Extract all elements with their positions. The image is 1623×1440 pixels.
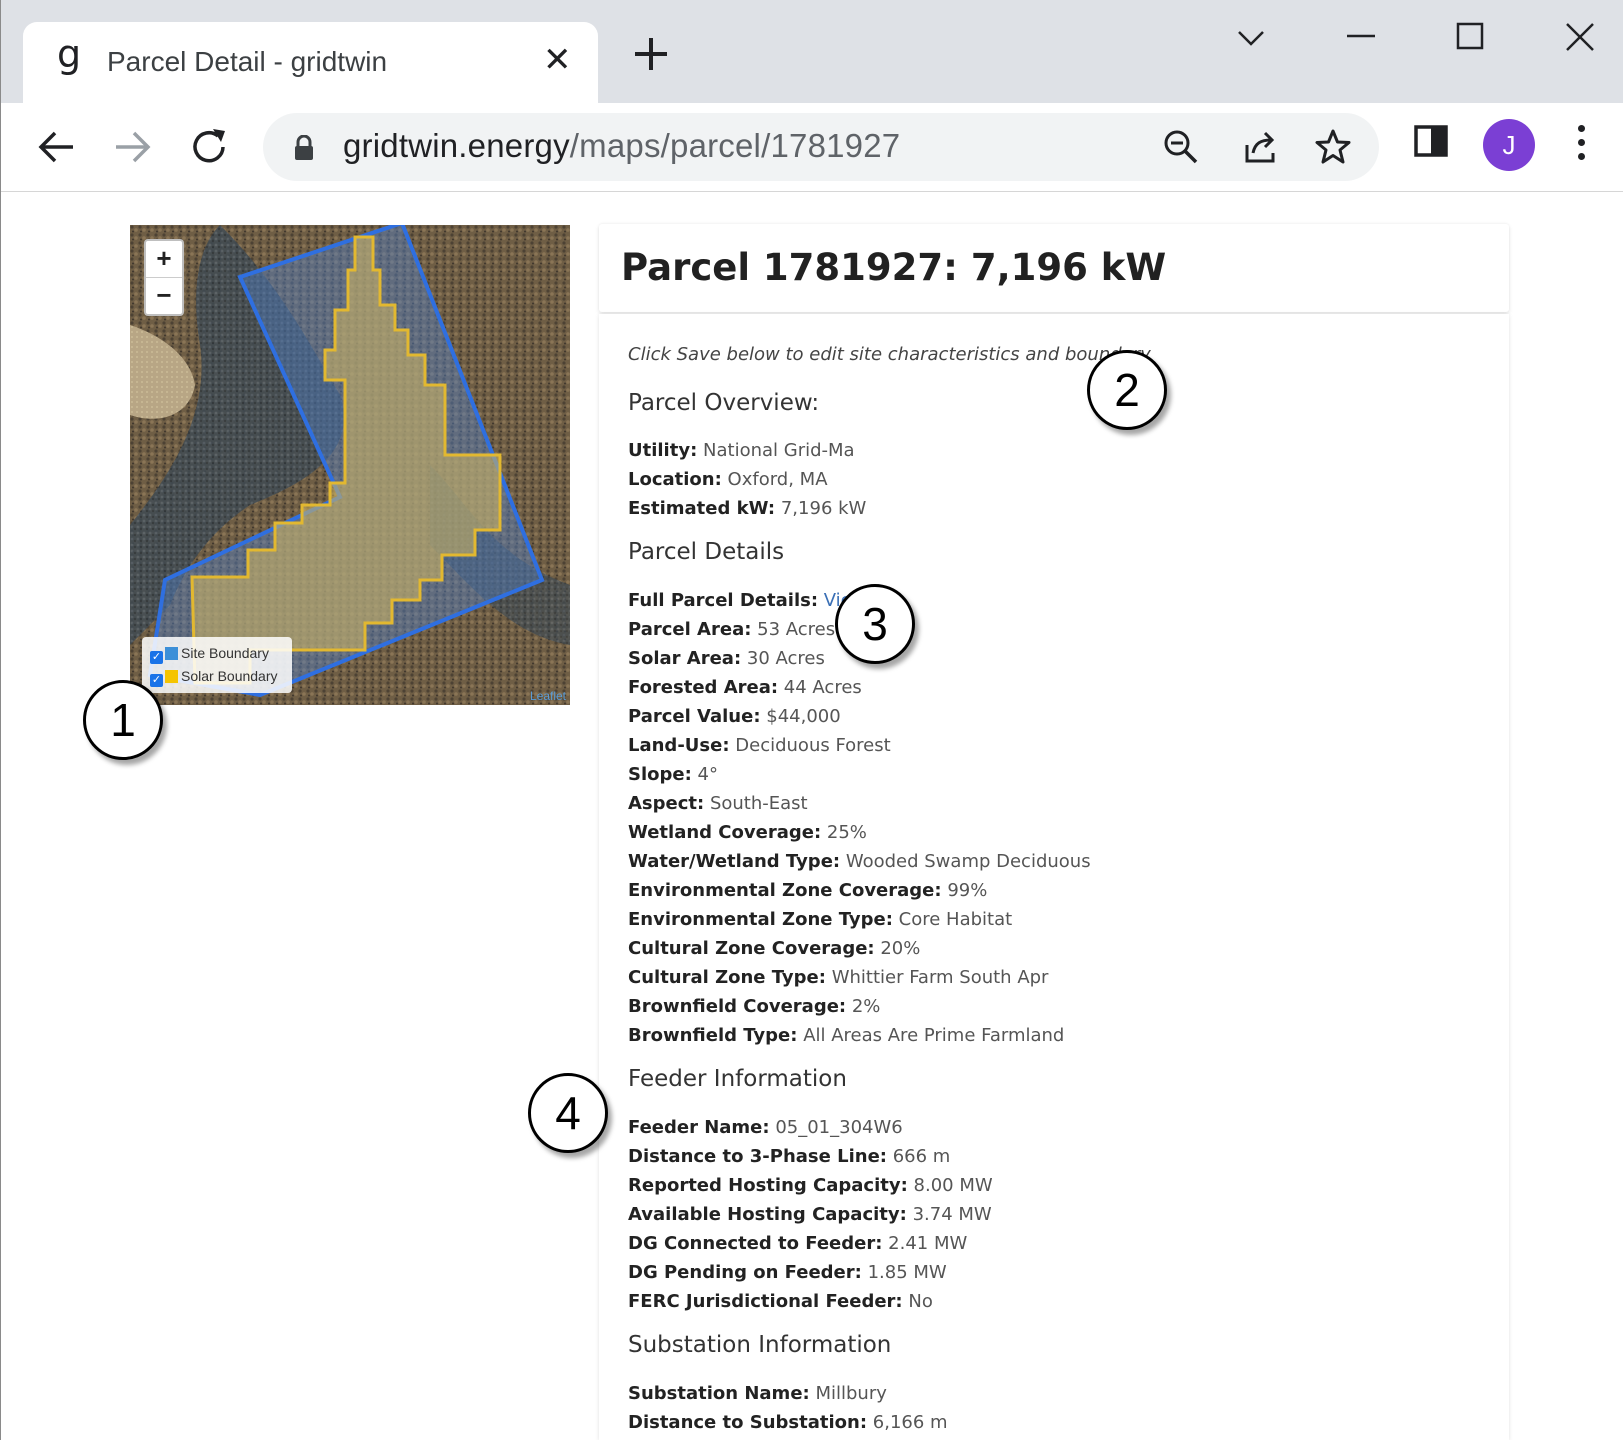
detail-row: Cultural Zone Coverage: 20% [628, 938, 921, 959]
lock-icon[interactable] [293, 135, 315, 161]
url-path: /maps/parcel/1781927 [569, 127, 901, 164]
detail-row: Brownfield Coverage: 2% [628, 996, 881, 1017]
detail-row-full-parcel: Full Parcel Details: View [628, 590, 866, 611]
minimize-icon[interactable] [1339, 18, 1383, 62]
close-icon[interactable] [1559, 18, 1603, 62]
zoom-in-button[interactable]: + [146, 241, 182, 277]
section-title-overview: Parcel Overview: [628, 390, 820, 416]
section-title-feeder: Feeder Information [628, 1066, 847, 1092]
browser-title-bar: g Parcel Detail - gridtwin ✕ [1, 0, 1623, 103]
detail-row: Environmental Zone Type: Core Habitat [628, 909, 1013, 930]
detail-row: DG Pending on Feeder: 1.85 MW [628, 1262, 947, 1283]
parcel-details-card: Click Save below to edit site characteri… [599, 314, 1509, 1440]
share-icon[interactable] [1239, 127, 1279, 167]
detail-row: Water/Wetland Type: Wooded Swamp Deciduo… [628, 851, 1091, 872]
new-tab-icon[interactable] [631, 34, 671, 74]
parcel-header-card: Parcel 1781927: 7,196 kW [599, 224, 1509, 312]
callout-marker-2: 2 [1087, 350, 1167, 430]
back-icon[interactable] [31, 121, 83, 173]
tab-search-icon[interactable] [1229, 18, 1273, 62]
callout-marker-3: 3 [835, 584, 915, 664]
detail-row: Location: Oxford, MA [628, 469, 828, 490]
map-zoom-control: + − [144, 239, 184, 316]
callout-marker-1: 1 [83, 680, 163, 760]
detail-row: DG Connected to Feeder: 2.41 MW [628, 1233, 968, 1254]
legend-solar-boundary-label: Solar Boundary [181, 668, 278, 684]
detail-row: Brownfield Type: All Areas Are Prime Far… [628, 1025, 1065, 1046]
section-title-substation: Substation Information [628, 1332, 892, 1358]
detail-row: Land-Use: Deciduous Forest [628, 735, 891, 756]
satellite-imagery [130, 225, 570, 705]
browser-tab-active[interactable]: g Parcel Detail - gridtwin ✕ [23, 22, 598, 103]
detail-row: Solar Area: 30 Acres [628, 648, 825, 669]
detail-row: Environmental Zone Coverage: 99% [628, 880, 988, 901]
profile-avatar[interactable]: J [1483, 119, 1535, 171]
detail-row: Reported Hosting Capacity: 8.00 MW [628, 1175, 993, 1196]
detail-row: Parcel Area: 53 Acres [628, 619, 836, 640]
forward-icon[interactable] [106, 121, 158, 173]
site-favicon-icon: g [57, 32, 82, 76]
maximize-icon[interactable] [1449, 18, 1493, 62]
url-text[interactable]: gridtwin.energy/maps/parcel/1781927 [343, 127, 900, 165]
tab-close-icon[interactable]: ✕ [543, 40, 572, 80]
detail-row: Distance to 3-Phase Line: 666 m [628, 1146, 951, 1167]
detail-row: FERC Jurisdictional Feeder: No [628, 1291, 933, 1312]
kebab-menu-icon[interactable] [1575, 125, 1587, 169]
checkbox-checked-icon[interactable]: ✓ [150, 651, 163, 664]
detail-row: Slope: 4° [628, 764, 718, 785]
parcel-map[interactable]: + − ✓ Site Boundary ✓ Solar Boundary Leafl… [130, 225, 570, 705]
detail-row: Substation Name: Millbury [628, 1383, 887, 1404]
detail-row: Distance to Substation: 6,166 m [628, 1412, 948, 1433]
legend-site-boundary-label: Site Boundary [181, 645, 269, 661]
detail-row: Estimated kW: 7,196 kW [628, 498, 867, 519]
reload-icon[interactable] [183, 121, 235, 173]
star-icon[interactable] [1313, 127, 1353, 167]
checkbox-checked-icon[interactable]: ✓ [150, 674, 163, 687]
map-attribution-link[interactable]: Leaflet [530, 689, 566, 703]
detail-row: Aspect: South-East [628, 793, 808, 814]
tab-title: Parcel Detail - gridtwin [107, 46, 388, 77]
browser-toolbar: gridtwin.energy/maps/parcel/1781927 J [1, 103, 1623, 192]
detail-row: Parcel Value: $44,000 [628, 706, 841, 727]
detail-row: Wetland Coverage: 25% [628, 822, 867, 843]
legend-site-boundary[interactable]: ✓ Site Boundary [150, 643, 269, 664]
detail-row: Feeder Name: 05_01_304W6 [628, 1117, 903, 1138]
detail-row: Utility: National Grid-Ma [628, 440, 855, 461]
detail-row: Forested Area: 44 Acres [628, 677, 862, 698]
solar-boundary-swatch [165, 670, 178, 683]
address-bar[interactable]: gridtwin.energy/maps/parcel/1781927 [263, 113, 1379, 181]
url-host: gridtwin.energy [343, 127, 570, 164]
zoom-out-icon[interactable] [1161, 127, 1201, 167]
detail-row: Available Hosting Capacity: 3.74 MW [628, 1204, 992, 1225]
page-title: Parcel 1781927: 7,196 kW [621, 246, 1167, 289]
site-boundary-swatch [165, 647, 178, 660]
edit-hint-text: Click Save below to edit site characteri… [628, 344, 1151, 365]
map-layer-legend: ✓ Site Boundary ✓ Solar Boundary [142, 637, 292, 693]
legend-solar-boundary[interactable]: ✓ Solar Boundary [150, 666, 278, 687]
section-title-details: Parcel Details [628, 539, 785, 565]
zoom-out-button[interactable]: − [146, 277, 182, 314]
callout-marker-4: 4 [528, 1073, 608, 1153]
detail-row: Cultural Zone Type: Whittier Farm South … [628, 967, 1049, 988]
side-panel-icon[interactable] [1413, 123, 1449, 159]
